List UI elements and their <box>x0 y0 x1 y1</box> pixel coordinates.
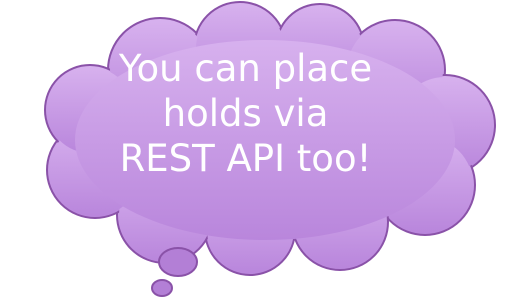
bubble-text: You can place holds via REST API too! <box>88 46 403 181</box>
bubble-line-3: REST API too! <box>119 137 372 180</box>
thought-bubble-graphic: You can place holds via REST API too! <box>0 0 509 305</box>
bubble-line-2: holds via <box>162 92 329 135</box>
bubble-line-1: You can place <box>118 47 373 90</box>
